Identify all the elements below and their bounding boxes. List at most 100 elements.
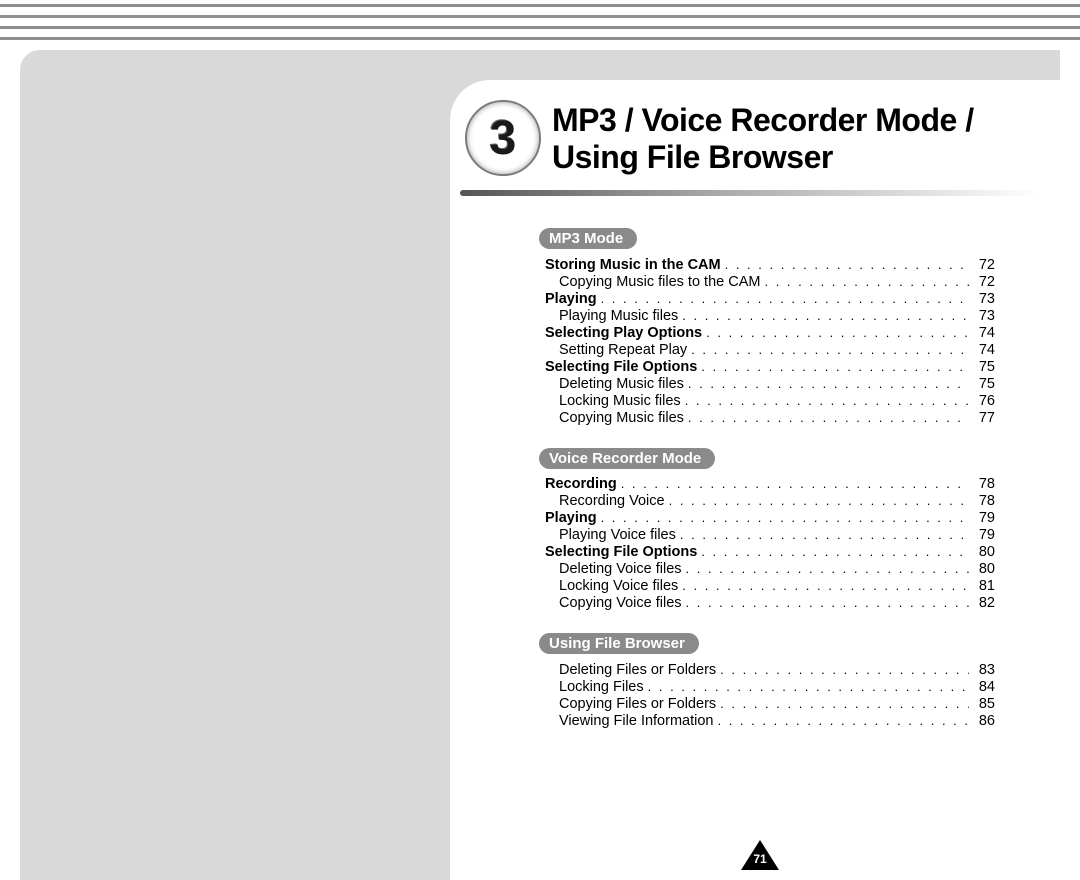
toc-dot-leader xyxy=(644,680,969,693)
toc-entry-page: 82 xyxy=(969,596,995,611)
toc-dot-leader xyxy=(597,511,969,524)
chapter-title-line2: Using File Browser xyxy=(552,139,974,176)
toc-dot-leader xyxy=(684,411,969,424)
toc-entry: Storing Music in the CAM 72 xyxy=(545,258,995,273)
toc-entry-label: Copying Files or Folders xyxy=(545,697,716,712)
toc-dot-leader xyxy=(697,360,969,373)
toc-entry-page: 86 xyxy=(969,714,995,729)
toc-dot-leader xyxy=(617,477,969,490)
toc-entry-label: Playing Voice files xyxy=(545,528,676,543)
toc-entry: Selecting File Options 75 xyxy=(545,360,995,375)
toc-entry-page: 80 xyxy=(969,562,995,577)
toc-entry-page: 80 xyxy=(969,545,995,560)
toc-entry-page: 73 xyxy=(969,309,995,324)
decorative-stripe xyxy=(0,37,1080,40)
toc-entry-label: Storing Music in the CAM xyxy=(545,258,721,273)
toc-entry: Recording 78 xyxy=(545,477,995,492)
toc-entry: Copying Music files 77 xyxy=(545,411,995,426)
toc-entry-label: Copying Music files to the CAM xyxy=(545,275,760,290)
toc-entry: Locking Files 84 xyxy=(545,680,995,695)
toc-entry: Deleting Music files 75 xyxy=(545,377,995,392)
toc-entry-page: 75 xyxy=(969,360,995,375)
toc-entry: Viewing File Information 86 xyxy=(545,714,995,729)
toc-entry: Copying Voice files 82 xyxy=(545,596,995,611)
toc-dot-leader xyxy=(678,579,969,592)
toc-entry-label: Copying Music files xyxy=(545,411,684,426)
toc-entry-page: 84 xyxy=(969,680,995,695)
chapter-title-line1: MP3 / Voice Recorder Mode / xyxy=(552,102,974,139)
toc-entry-page: 85 xyxy=(969,697,995,712)
toc-entry-label: Deleting Music files xyxy=(545,377,684,392)
toc-entry-label: Recording xyxy=(545,477,617,492)
toc-entry: Locking Voice files 81 xyxy=(545,579,995,594)
toc-entry-label: Copying Voice files xyxy=(545,596,682,611)
toc-entry-label: Selecting File Options xyxy=(545,545,697,560)
toc-dot-leader xyxy=(665,494,969,507)
title-underline xyxy=(460,190,1040,196)
toc-entry: Recording Voice 78 xyxy=(545,494,995,509)
toc-entry: Playing Voice files 79 xyxy=(545,528,995,543)
toc-entry: Locking Music files 76 xyxy=(545,394,995,409)
toc-entry-label: Selecting Play Options xyxy=(545,326,702,341)
toc-dot-leader xyxy=(684,377,969,390)
toc-entry: Setting Repeat Play 74 xyxy=(545,343,995,358)
toc-entry-label: Deleting Voice files xyxy=(545,562,682,577)
toc-dot-leader xyxy=(721,258,969,271)
toc-entry-page: 72 xyxy=(969,258,995,273)
toc-entry: Playing Music files 73 xyxy=(545,309,995,324)
toc-entry-page: 78 xyxy=(969,494,995,509)
toc-dot-leader xyxy=(682,562,969,575)
toc-entry: Deleting Voice files 80 xyxy=(545,562,995,577)
toc-entry-page: 74 xyxy=(969,343,995,358)
toc-dot-leader xyxy=(697,545,969,558)
toc-entry-page: 81 xyxy=(969,579,995,594)
toc-dot-leader xyxy=(687,343,969,356)
decorative-stripe xyxy=(0,15,1080,18)
toc-entry-page: 75 xyxy=(969,377,995,392)
toc-entry: Copying Files or Folders 85 xyxy=(545,697,995,712)
toc-entry-page: 72 xyxy=(969,275,995,290)
toc-entry-label: Recording Voice xyxy=(545,494,665,509)
toc-entry-label: Setting Repeat Play xyxy=(545,343,687,358)
toc-entry: Selecting File Options 80 xyxy=(545,545,995,560)
toc-entry-label: Playing xyxy=(545,292,597,307)
toc-entry: Playing 73 xyxy=(545,292,995,307)
toc-entry-label: Viewing File Information xyxy=(545,714,713,729)
toc-dot-leader xyxy=(716,663,969,676)
toc-entry-label: Playing xyxy=(545,511,597,526)
toc-entry-label: Locking Music files xyxy=(545,394,681,409)
toc-dot-leader xyxy=(678,309,969,322)
toc-entry-label: Selecting File Options xyxy=(545,360,697,375)
toc-entry-page: 76 xyxy=(969,394,995,409)
decorative-stripe xyxy=(0,4,1080,7)
toc-entry-page: 83 xyxy=(969,663,995,678)
section-heading: Using File Browser xyxy=(539,633,699,654)
toc-entry-page: 79 xyxy=(969,511,995,526)
toc-entry-label: Locking Voice files xyxy=(545,579,678,594)
toc-dot-leader xyxy=(716,697,969,710)
table-of-contents: MP3 ModeStoring Music in the CAM72Copyin… xyxy=(545,222,995,731)
section-heading: Voice Recorder Mode xyxy=(539,448,715,469)
toc-entry-page: 73 xyxy=(969,292,995,307)
toc-dot-leader xyxy=(681,394,969,407)
toc-entry-label: Playing Music files xyxy=(545,309,678,324)
section-heading: MP3 Mode xyxy=(539,228,637,249)
toc-entry: Selecting Play Options74 xyxy=(545,326,995,341)
toc-dot-leader xyxy=(760,275,969,288)
toc-entry-page: 77 xyxy=(969,411,995,426)
toc-entry: Copying Music files to the CAM 72 xyxy=(545,275,995,290)
chapter-number: 3 xyxy=(490,111,517,166)
chapter-number-badge: 3 xyxy=(465,100,541,176)
toc-entry-label: Deleting Files or Folders xyxy=(545,663,716,678)
toc-entry-page: 79 xyxy=(969,528,995,543)
decorative-stripe xyxy=(0,26,1080,29)
toc-entry: Deleting Files or Folders 83 xyxy=(545,663,995,678)
chapter-title: MP3 / Voice Recorder Mode / Using File B… xyxy=(552,102,974,176)
toc-entry-label: Locking Files xyxy=(545,680,644,695)
toc-dot-leader xyxy=(682,596,969,609)
toc-dot-leader xyxy=(713,714,969,727)
toc-entry-page: 78 xyxy=(969,477,995,492)
toc-dot-leader xyxy=(597,292,969,305)
toc-dot-leader xyxy=(676,528,969,541)
toc-dot-leader xyxy=(702,326,969,339)
